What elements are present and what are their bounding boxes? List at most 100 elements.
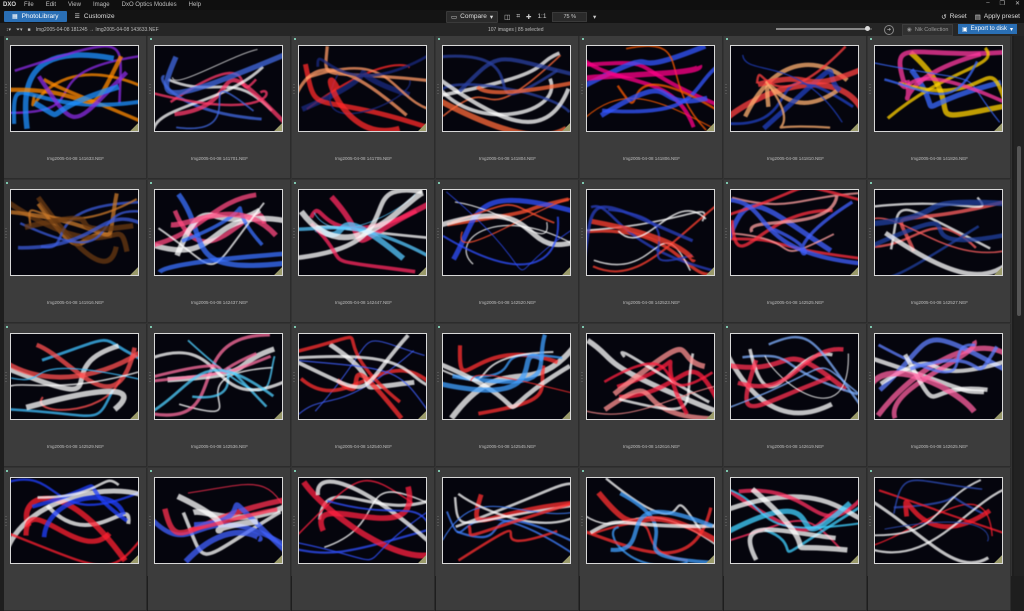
thumbnail-cell[interactable]: Img2005-04-08 142520.NEF [436, 180, 579, 323]
thumbnail-image[interactable] [874, 333, 1003, 420]
menu-view[interactable]: View [68, 2, 81, 8]
thumbnail-image[interactable] [730, 45, 859, 132]
rating-handle[interactable] [581, 516, 583, 528]
maximize-icon[interactable]: ❐ [1000, 0, 1005, 7]
rating-handle[interactable] [869, 516, 871, 528]
rating-handle[interactable] [149, 516, 151, 528]
thumbnail-cell[interactable]: Img2005-04-08 141810.NEF [724, 36, 867, 179]
zoom-chevron-icon[interactable]: ▾ [593, 13, 596, 21]
thumbnail-image[interactable] [10, 189, 139, 276]
menu-image[interactable]: Image [93, 2, 110, 8]
thumbnail-image[interactable] [154, 45, 283, 132]
thumbnail-image[interactable] [442, 477, 571, 564]
rating-handle[interactable] [869, 372, 871, 384]
thumbnail-cell[interactable]: Img2005-04-08 142437.NEF [148, 180, 291, 323]
thumbnail-cell[interactable]: Img2005-04-08 142536.NEF [148, 324, 291, 467]
thumbnail-cell[interactable]: Img2005-04-08 142447.NEF [292, 180, 435, 323]
thumbnail-image[interactable] [298, 477, 427, 564]
rating-handle[interactable] [581, 84, 583, 96]
thumbnail-cell[interactable]: Img2005-04-08 141806.NEF [580, 36, 723, 179]
thumbnail-image[interactable] [442, 189, 571, 276]
apply-preset-button[interactable]: ▤ Apply preset [975, 13, 1020, 21]
crop-icon[interactable]: ⌗ [516, 13, 520, 21]
grid-scrollbar[interactable] [1014, 36, 1024, 576]
rating-handle[interactable] [5, 516, 7, 528]
zoom-select[interactable]: 75 % [552, 11, 588, 22]
thumbnail-cell[interactable]: Img2005-04-08 142619.NEF [724, 324, 867, 467]
tab-photolibrary[interactable]: ▦ PhotoLibrary [4, 11, 67, 22]
thumbnail-cell[interactable]: Img2005-04-08 142540.NEF [292, 324, 435, 467]
thumbnail-image[interactable] [298, 333, 427, 420]
move-icon[interactable]: ✚ [526, 13, 531, 21]
thumbnail-cell[interactable] [4, 468, 147, 611]
thumbnail-cell[interactable] [148, 468, 291, 611]
thumbnail-cell[interactable]: Img2005-04-08 142523.NEF [580, 180, 723, 323]
thumbnail-image[interactable] [154, 477, 283, 564]
thumbnail-cell[interactable]: Img2005-04-08 141701.NEF [148, 36, 291, 179]
rating-handle[interactable] [725, 84, 727, 96]
thumbnail-image[interactable] [730, 477, 859, 564]
thumbnail-image[interactable] [586, 45, 715, 132]
compare-button[interactable]: ▭ Compare ▾ [446, 10, 499, 23]
rating-handle[interactable] [581, 372, 583, 384]
reset-button[interactable]: ↺ Reset [941, 13, 966, 21]
thumbnail-image[interactable] [10, 45, 139, 132]
thumbnail-cell[interactable]: Img2005-04-08 142616.NEF [580, 324, 723, 467]
rating-handle[interactable] [149, 84, 151, 96]
menu-optics-modules[interactable]: DxO Optics Modules [122, 2, 177, 8]
thumbnail-size-slider[interactable] [776, 26, 872, 31]
rating-handle[interactable] [5, 372, 7, 384]
thumbnail-image[interactable] [874, 477, 1003, 564]
slider-knob[interactable] [864, 26, 870, 31]
rating-handle[interactable] [437, 228, 439, 240]
export-to-disk-button[interactable]: ▣ Export to disk ▾ [958, 24, 1018, 34]
breadcrumb[interactable]: Img2005-04-08 181245 → Img2005-04-08 143… [36, 27, 159, 33]
split-view-icon[interactable]: ◫ [504, 13, 510, 21]
thumbnail-cell[interactable]: Img2005-04-08 142625.NEF [868, 324, 1011, 467]
rating-handle[interactable] [293, 228, 295, 240]
rating-handle[interactable] [293, 372, 295, 384]
rating-handle[interactable] [5, 228, 7, 240]
thumbnail-image[interactable] [874, 45, 1003, 132]
thumbnail-image[interactable] [586, 333, 715, 420]
rating-handle[interactable] [5, 84, 7, 96]
thumbnail-cell[interactable]: Img2005-04-08 142545.NEF [436, 324, 579, 467]
close-icon[interactable]: ✕ [1015, 0, 1020, 7]
thumbnail-image[interactable] [730, 333, 859, 420]
thumbnail-cell[interactable]: Img2005-04-08 142527.NEF [868, 180, 1011, 323]
thumbnail-cell[interactable] [868, 468, 1011, 611]
thumbnail-image[interactable] [730, 189, 859, 276]
rating-handle[interactable] [437, 84, 439, 96]
thumbnail-image[interactable] [442, 333, 571, 420]
rating-handle[interactable] [869, 228, 871, 240]
thumbnail-image[interactable] [298, 45, 427, 132]
thumbnail-cell[interactable]: Img2005-04-08 141804.NEF [436, 36, 579, 179]
thumbnail-cell[interactable] [580, 468, 723, 611]
thumbnail-image[interactable] [10, 333, 139, 420]
zoom-ratio[interactable]: 1:1 [537, 13, 546, 20]
thumbnail-cell[interactable]: Img2005-04-08 141826.NEF [868, 36, 1011, 179]
rating-handle[interactable] [437, 372, 439, 384]
rating-handle[interactable] [293, 516, 295, 528]
rating-handle[interactable] [869, 84, 871, 96]
thumbnail-cell[interactable] [292, 468, 435, 611]
export-chevron-icon[interactable]: ▾ [1010, 26, 1013, 33]
thumbnail-cell[interactable] [436, 468, 579, 611]
rating-handle[interactable] [437, 516, 439, 528]
thumbnail-image[interactable] [10, 477, 139, 564]
thumbnail-image[interactable] [586, 477, 715, 564]
forward-icon[interactable]: ➜ [884, 25, 894, 35]
thumbnail-cell[interactable]: Img2005-04-08 141633.NEF [4, 36, 147, 179]
rating-handle[interactable] [149, 228, 151, 240]
menu-file[interactable]: File [24, 2, 34, 8]
thumbnail-cell[interactable]: Img2005-04-08 141705.NEF [292, 36, 435, 179]
scrollbar-thumb[interactable] [1017, 146, 1021, 316]
menu-help[interactable]: Help [189, 2, 201, 8]
thumbnail-cell[interactable]: Img2005-04-08 142529.NEF [4, 324, 147, 467]
rating-handle[interactable] [581, 228, 583, 240]
thumbnail-image[interactable] [154, 189, 283, 276]
rating-handle[interactable] [149, 372, 151, 384]
tab-customize[interactable]: ☰ Customize [67, 11, 123, 22]
thumbnail-image[interactable] [586, 189, 715, 276]
filter-icon[interactable]: ⏷▾ [16, 27, 23, 33]
